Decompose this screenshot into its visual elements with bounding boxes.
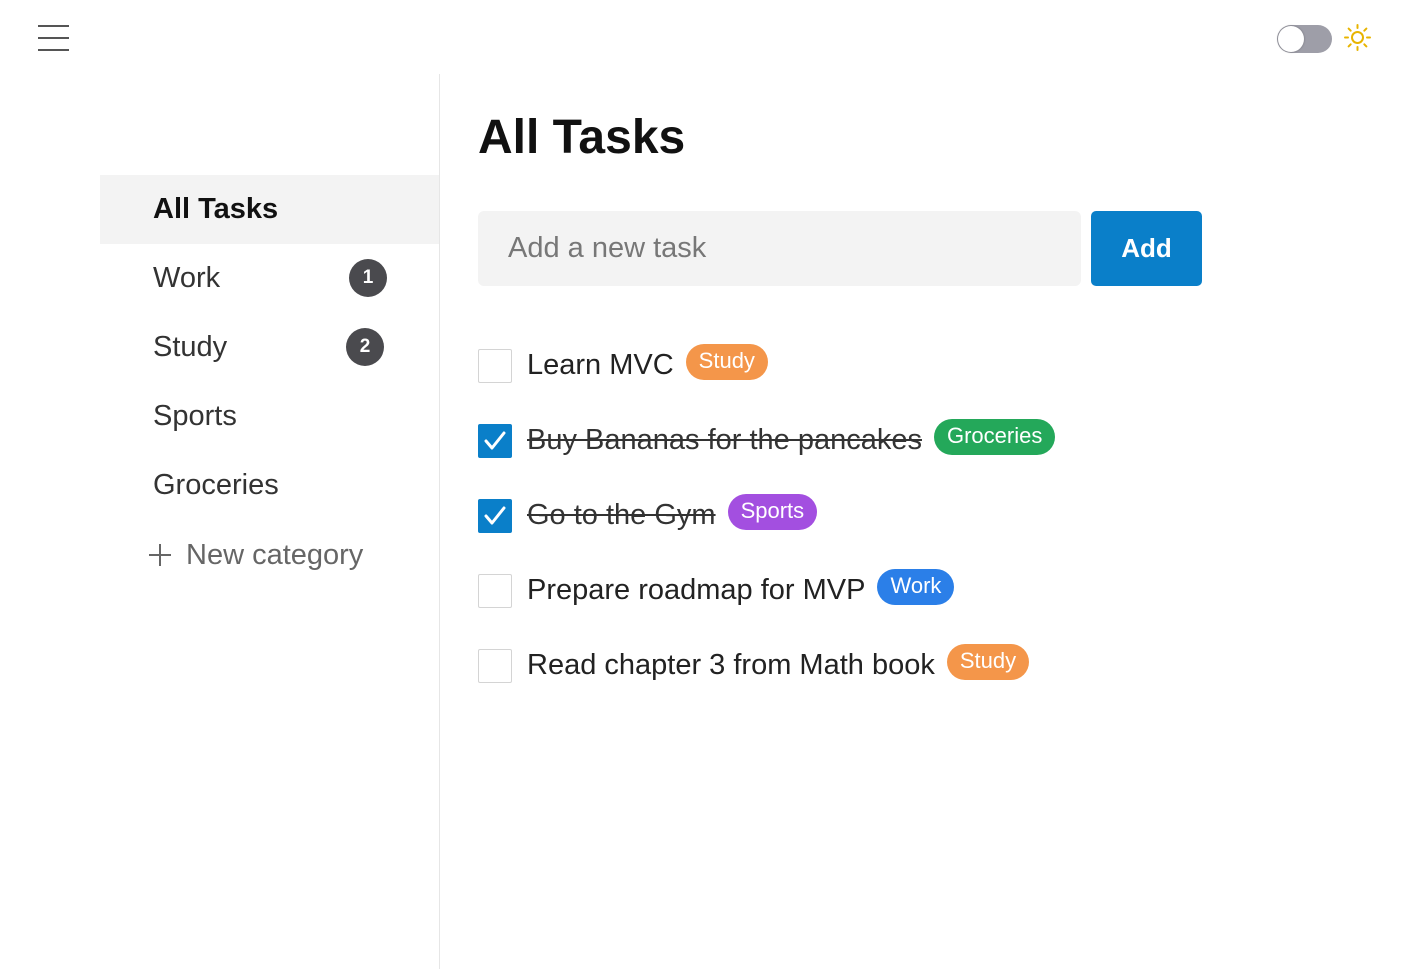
new-category-button[interactable]: New category [100, 520, 439, 590]
task-checkbox[interactable] [478, 348, 512, 383]
task-item: Buy Bananas for the pancakes Groceries [478, 403, 1056, 478]
task-checkbox[interactable] [478, 498, 512, 533]
count-badge: 2 [346, 328, 384, 366]
count-badge: 1 [349, 259, 387, 297]
task-text: Go to the Gym [527, 499, 716, 531]
toggle-knob [1278, 26, 1304, 52]
new-category-label: New category [186, 538, 364, 571]
sidebar: All Tasks Work 1 Study 2 Sports Grocerie… [100, 175, 439, 590]
sidebar-divider [439, 74, 440, 969]
sidebar-item-label: Study [153, 331, 228, 363]
task-text: Read chapter 3 from Math book [527, 649, 935, 681]
sidebar-item-work[interactable]: Work 1 [100, 244, 439, 313]
add-task-button[interactable]: Add [1091, 211, 1202, 286]
sidebar-item-all-tasks[interactable]: All Tasks [100, 175, 439, 244]
sidebar-item-label: Sports [153, 400, 237, 432]
task-list: Learn MVC Study Buy Bananas for the panc… [478, 328, 1056, 703]
sidebar-item-label: Groceries [153, 469, 279, 501]
sun-icon [1344, 24, 1371, 51]
task-item: Prepare roadmap for MVP Work [478, 553, 1055, 628]
theme-toggle[interactable] [1277, 25, 1332, 53]
hamburger-icon[interactable] [38, 24, 70, 52]
task-checkbox[interactable] [478, 573, 512, 608]
task-checkbox[interactable] [478, 648, 512, 683]
task-text: Learn MVC [527, 349, 674, 381]
task-item: Go to the Gym Sports [478, 478, 1055, 553]
plus-icon [149, 544, 171, 566]
category-tag: Groceries [933, 418, 1056, 455]
sidebar-item-study[interactable]: Study 2 [100, 313, 439, 382]
sidebar-item-groceries[interactable]: Groceries [100, 451, 439, 520]
sidebar-item-label: All Tasks [153, 193, 279, 225]
add-task-form: Add [478, 211, 1202, 286]
category-tag: Study [946, 643, 1030, 680]
task-item: Read chapter 3 from Math book Study [478, 628, 1055, 703]
check-icon [484, 506, 506, 524]
sidebar-item-label: Work [153, 262, 221, 294]
task-item: Learn MVC Study [478, 328, 1055, 403]
category-tag: Work [877, 568, 955, 605]
task-text: Buy Bananas for the pancakes [527, 424, 922, 456]
task-text: Prepare roadmap for MVP [527, 574, 866, 606]
main-content: All Tasks Add Learn MVC Study Buy Banana… [478, 110, 1378, 683]
new-task-input[interactable] [478, 211, 1081, 286]
category-tag: Study [685, 343, 768, 380]
page-title: All Tasks [478, 111, 686, 164]
task-checkbox[interactable] [478, 423, 512, 458]
sidebar-item-sports[interactable]: Sports [100, 382, 439, 451]
check-icon [484, 431, 506, 449]
category-tag: Sports [727, 493, 818, 530]
